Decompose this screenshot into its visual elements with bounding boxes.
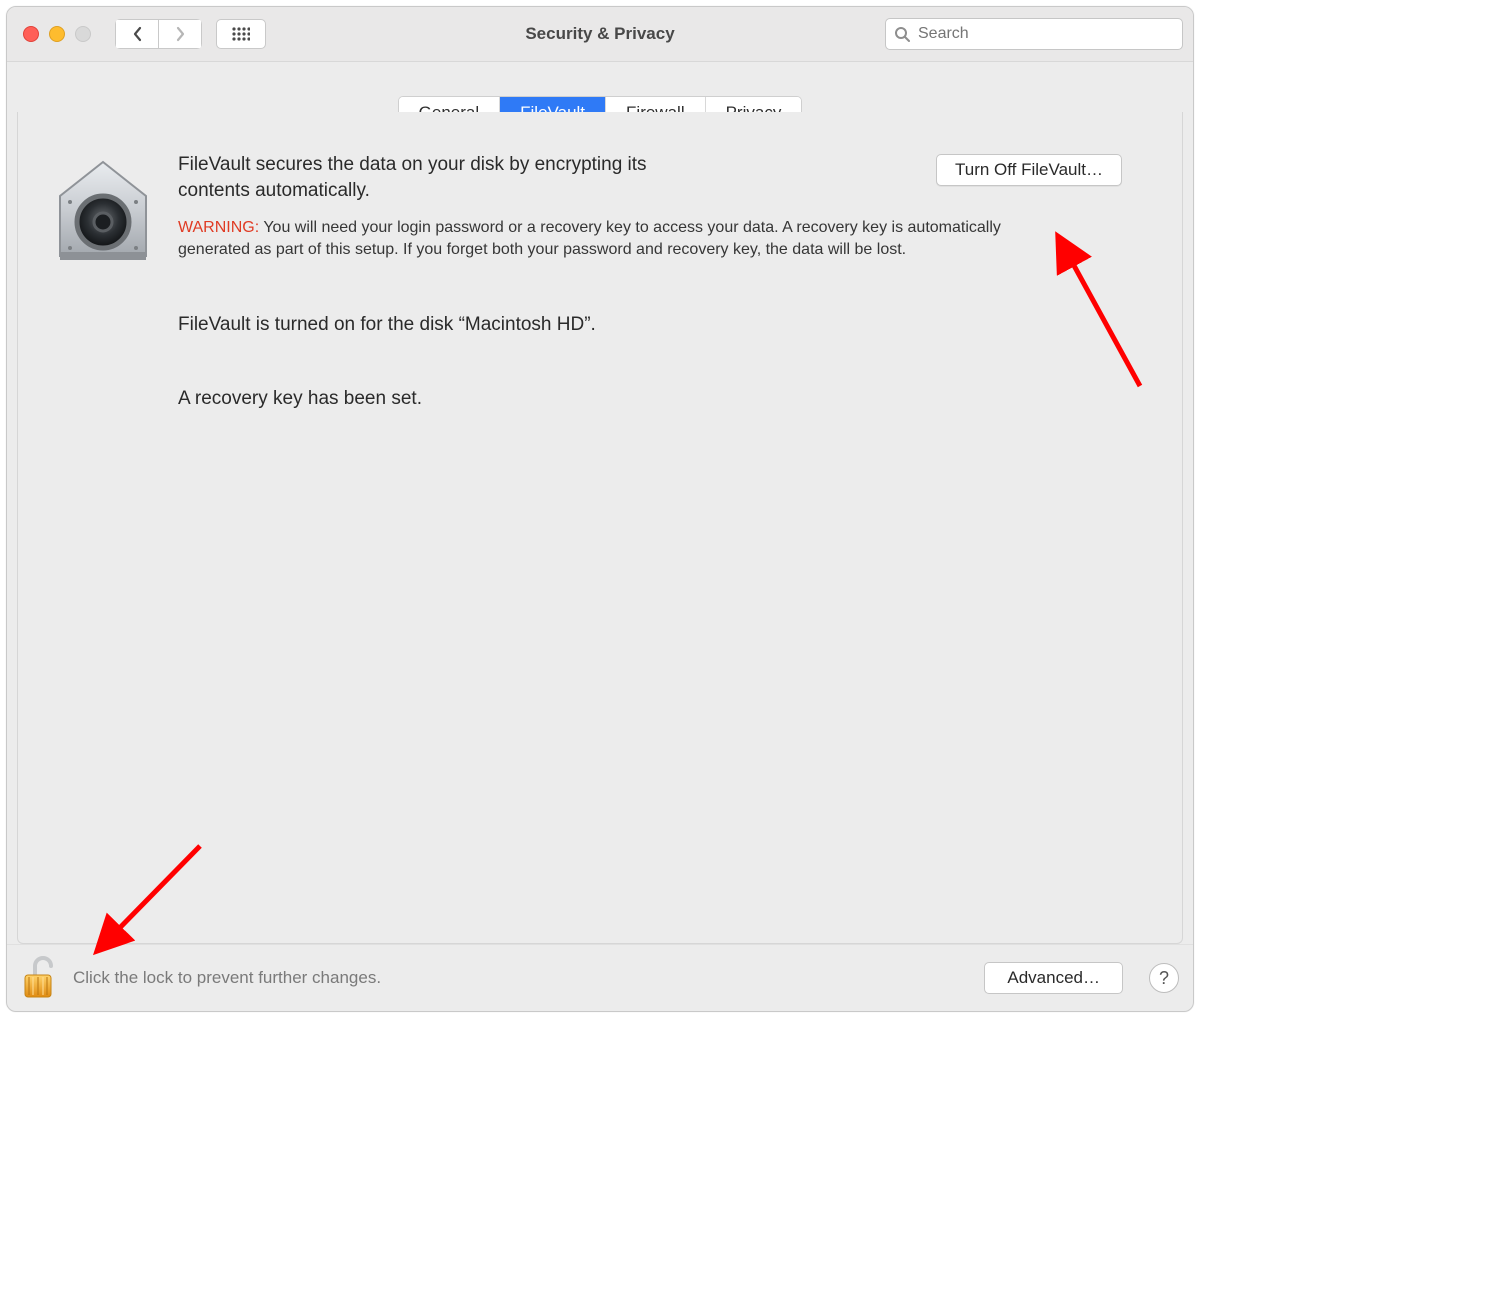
filevault-description: FileVault secures the data on your disk … xyxy=(178,152,718,203)
filevault-panel: FileVault secures the data on your disk … xyxy=(17,112,1183,944)
preferences-window: Security & Privacy General FileVault Fir… xyxy=(6,6,1194,1012)
nav-back-forward xyxy=(115,19,202,49)
titlebar: Security & Privacy xyxy=(7,7,1193,62)
search-field[interactable] xyxy=(885,18,1183,50)
chevron-right-icon xyxy=(175,26,186,42)
filevault-status: FileVault is turned on for the disk “Mac… xyxy=(178,314,1152,336)
lock-button[interactable] xyxy=(21,955,57,1001)
filevault-text-column: FileVault secures the data on your disk … xyxy=(178,152,1152,410)
filevault-icon xyxy=(48,156,158,266)
forward-button[interactable] xyxy=(159,19,202,49)
back-button[interactable] xyxy=(115,19,159,49)
advanced-button[interactable]: Advanced… xyxy=(984,962,1123,994)
minimize-window-button[interactable] xyxy=(49,26,65,42)
window-controls xyxy=(23,26,91,42)
footer: Click the lock to prevent further change… xyxy=(7,944,1193,1011)
show-all-prefs-button[interactable] xyxy=(216,19,266,49)
warning-text: You will need your login password or a r… xyxy=(178,219,1001,258)
filevault-warning: WARNING: You will need your login passwo… xyxy=(178,217,1058,260)
turn-off-filevault-button[interactable]: Turn Off FileVault… xyxy=(936,154,1122,186)
recovery-key-status: A recovery key has been set. xyxy=(178,388,1152,410)
unlocked-lock-icon xyxy=(21,955,57,1001)
help-button[interactable]: ? xyxy=(1149,963,1179,993)
search-input[interactable] xyxy=(916,24,1174,44)
warning-label: WARNING: xyxy=(178,219,259,236)
grid-icon xyxy=(232,27,250,41)
zoom-window-button xyxy=(75,26,91,42)
search-icon xyxy=(894,26,910,42)
filevault-header-row: FileVault secures the data on your disk … xyxy=(48,152,1152,410)
lock-hint: Click the lock to prevent further change… xyxy=(73,968,381,988)
chevron-left-icon xyxy=(132,26,143,42)
panel-wrap: FileVault secures the data on your disk … xyxy=(7,112,1193,944)
close-window-button[interactable] xyxy=(23,26,39,42)
